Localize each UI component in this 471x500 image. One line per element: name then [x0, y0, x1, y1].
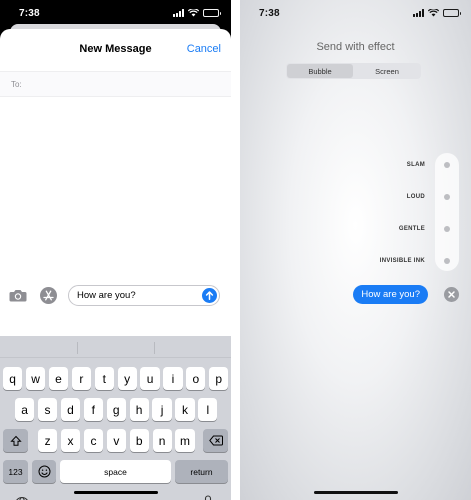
segment-bubble[interactable]: Bubble	[287, 64, 353, 78]
cellular-signal-icon	[413, 9, 424, 17]
message-text: How are you?	[77, 290, 136, 301]
backspace-key[interactable]	[203, 429, 228, 452]
key-m[interactable]: m	[175, 429, 195, 452]
key-i[interactable]: i	[163, 367, 183, 390]
key-h[interactable]: h	[129, 398, 149, 421]
key-r[interactable]: r	[71, 367, 91, 390]
microphone-icon[interactable]	[202, 495, 214, 500]
key-n[interactable]: n	[152, 429, 172, 452]
key-p[interactable]: p	[209, 367, 229, 390]
key-s[interactable]: s	[37, 398, 58, 421]
recipient-field[interactable]: To:	[0, 71, 231, 97]
key-j[interactable]: j	[152, 398, 172, 421]
home-indicator	[314, 491, 398, 494]
key-l[interactable]: l	[198, 398, 218, 421]
key-z[interactable]: z	[38, 429, 58, 452]
key-g[interactable]: g	[106, 398, 126, 421]
key-e[interactable]: e	[48, 367, 69, 390]
key-o[interactable]: o	[186, 367, 206, 390]
effect-label-slam: SLAM	[406, 162, 425, 168]
status-bar: 7:38	[240, 0, 471, 26]
status-bar: 7:38	[0, 0, 231, 26]
close-button[interactable]	[444, 287, 459, 302]
camera-icon[interactable]	[9, 289, 27, 302]
effect-option-gentle[interactable]	[444, 226, 450, 232]
predictive-bar[interactable]	[0, 336, 231, 358]
effect-option-invisible-ink[interactable]	[444, 258, 450, 264]
app-store-icon[interactable]	[40, 287, 57, 304]
key-k[interactable]: k	[175, 398, 195, 421]
status-time: 7:38	[19, 8, 40, 19]
effect-label-invisible-ink: INVISIBLE INK	[379, 258, 425, 264]
numbers-key[interactable]: 123	[3, 460, 28, 483]
key-b[interactable]: b	[129, 429, 149, 452]
new-message-sheet: New Message Cancel To: How are you? q w …	[0, 29, 231, 500]
key-q[interactable]: q	[3, 367, 23, 390]
to-label: To:	[11, 80, 22, 89]
wifi-icon	[188, 9, 199, 17]
effect-title: Send with effect	[316, 41, 395, 53]
send-effect-screen: 7:38 Send with effect Bubble Screen SLAM…	[240, 0, 471, 500]
battery-icon	[443, 9, 461, 17]
return-key[interactable]: return	[175, 460, 228, 483]
effect-option-loud[interactable]	[444, 194, 450, 200]
effect-type-segmented-control: Bubble Screen	[286, 63, 421, 79]
close-icon	[448, 291, 455, 298]
key-x[interactable]: x	[60, 429, 81, 452]
effect-label-gentle: GENTLE	[398, 226, 425, 232]
key-v[interactable]: v	[106, 429, 126, 452]
send-arrow-icon	[205, 291, 214, 300]
globe-icon[interactable]	[14, 496, 30, 500]
key-y[interactable]: y	[117, 367, 137, 390]
key-u[interactable]: u	[140, 367, 160, 390]
compose-bar: How are you?	[0, 281, 231, 313]
keyboard: qwertyuiop asdfghjkl zxcvbnm 123 space ret…	[0, 336, 231, 500]
key-a[interactable]: a	[15, 398, 35, 421]
cellular-signal-icon	[173, 9, 184, 17]
space-key[interactable]: space	[60, 460, 171, 483]
battery-icon	[203, 9, 221, 17]
segment-screen[interactable]: Screen	[354, 64, 420, 78]
send-button[interactable]	[202, 288, 217, 303]
compose-screen: 7:38 New Message Cancel To: How are you?…	[0, 0, 231, 500]
key-f[interactable]: f	[83, 398, 103, 421]
backspace-icon	[208, 435, 223, 446]
emoji-key[interactable]	[32, 460, 56, 483]
home-indicator	[74, 491, 158, 494]
key-w[interactable]: w	[25, 367, 46, 390]
emoji-icon	[38, 465, 50, 478]
cancel-button[interactable]: Cancel	[187, 43, 221, 55]
effect-label-loud: LOUD	[406, 194, 425, 200]
wifi-icon	[428, 9, 439, 17]
shift-key[interactable]	[3, 429, 28, 452]
key-t[interactable]: t	[94, 367, 114, 390]
key-c[interactable]: c	[83, 429, 104, 452]
message-bubble: How are you?	[353, 285, 428, 304]
shift-icon	[9, 435, 22, 446]
effect-option-slam[interactable]	[444, 162, 450, 168]
message-input[interactable]: How are you?	[68, 285, 220, 306]
effect-selector	[435, 153, 459, 271]
status-time: 7:38	[259, 8, 280, 19]
key-d[interactable]: d	[60, 398, 81, 421]
